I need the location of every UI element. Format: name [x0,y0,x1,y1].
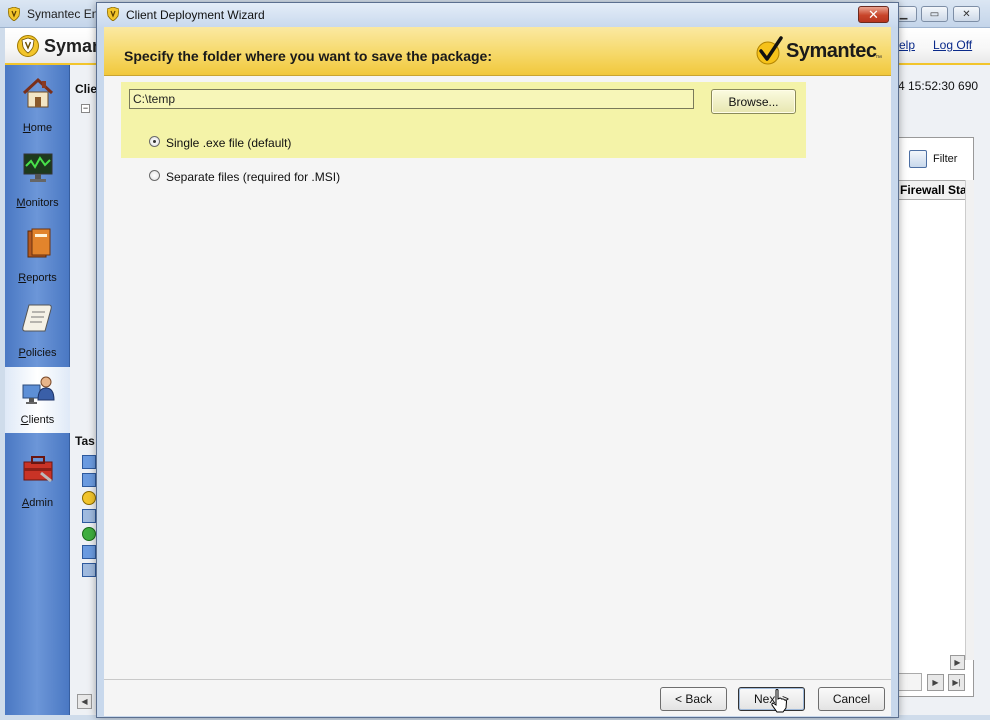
run-icon[interactable] [82,527,96,541]
wizard-title: Client Deployment Wizard [126,8,265,22]
import-icon[interactable] [82,509,96,523]
symantec-logo-icon [17,35,39,57]
toolbox-icon [23,456,53,483]
arrow-right-icon: ▶ [954,658,961,667]
cancel-button[interactable]: Cancel [818,687,885,711]
last-update-timestamp: 4 15:52:30 690 [898,79,979,93]
report-book-icon [27,228,51,258]
last-page-button[interactable]: ▶| [948,674,965,691]
symantec-shield-icon [8,7,20,21]
last-page-icon: ▶| [952,678,961,687]
close-icon: ✕ [962,8,971,20]
monitor-chart-icon [23,153,53,182]
clients-table [898,137,974,697]
next-page-button[interactable]: ▶ [927,674,944,691]
symantec-logo-text: Symantec [786,40,877,62]
back-button[interactable]: < Back [660,687,727,711]
sidebar-item-admin[interactable]: Admin [5,449,70,519]
sidebar-item-reports[interactable]: Reports [5,224,70,294]
page-number-field[interactable] [898,673,922,691]
maximize-icon: ▭ [929,8,940,20]
mouse-cursor-icon [771,689,787,713]
single-exe-radio[interactable] [149,136,160,147]
table-vertical-scrollbar[interactable] [965,180,974,660]
tree-collapse-icon[interactable]: − [81,104,90,113]
wizard-close-button[interactable]: ✕ [858,6,889,23]
sidebar-item-label: Clients [20,414,55,426]
install-package-icon[interactable] [82,563,96,577]
computer-user-icon [22,376,55,404]
tasks-panel-title: Tas [75,434,95,448]
symantec-shield-icon [107,7,119,21]
logoff-link[interactable]: Log Off [933,38,972,52]
add-group-icon[interactable] [82,455,96,469]
separate-files-label[interactable]: Separate files (required for .MSI) [166,170,340,184]
add-user-icon[interactable] [82,491,96,505]
search-clients-icon[interactable] [82,545,96,559]
sidebar-item-label: Admin [21,497,54,509]
sidebar-item-label: Reports [18,272,57,284]
clients-panel-title: Clie [75,82,98,96]
wizard-step-heading: Specify the folder where you want to sav… [124,48,492,64]
house-icon [22,77,54,108]
minimize-icon: ▁ [899,8,908,20]
close-icon: ✕ [868,7,879,22]
scroll-left-button[interactable]: ◀ [77,694,92,709]
sidebar-item-monitors[interactable]: Monitors [5,149,70,219]
arrow-right-icon: ▶ [932,678,939,687]
filter-label[interactable]: Filter [933,153,957,165]
sidebar-item-policies[interactable]: Policies [5,299,70,369]
browse-button[interactable]: Browse... [711,89,796,114]
trademark-mark: ™ [875,55,882,62]
filter-icon[interactable] [909,150,927,168]
main-close-button[interactable]: ✕ [953,6,980,22]
sidebar-item-label: Home [22,122,53,134]
separate-files-radio[interactable] [149,170,160,181]
sidebar-item-clients[interactable]: Clients [5,367,70,433]
add-client-icon[interactable] [82,473,96,487]
scroll-right-button[interactable]: ▶ [950,655,965,670]
main-window-title: Symantec Endpoint Protection Manager [27,7,97,21]
sidebar-item-home[interactable]: Home [5,74,70,144]
sidebar-item-label: Policies [18,347,57,359]
scroll-icon [22,304,52,332]
sidebar-item-label: Monitors [16,197,59,209]
footer-divider [104,679,891,680]
main-logo-text: Symantec [44,36,99,56]
maximize-button[interactable]: ▭ [921,6,948,22]
folder-path-input[interactable] [129,89,694,109]
arrow-left-icon: ◀ [81,697,88,706]
column-header-firewall-status[interactable]: Firewall Sta [898,180,966,200]
symantec-checkmark-icon [756,36,783,65]
single-exe-label[interactable]: Single .exe file (default) [166,136,291,150]
